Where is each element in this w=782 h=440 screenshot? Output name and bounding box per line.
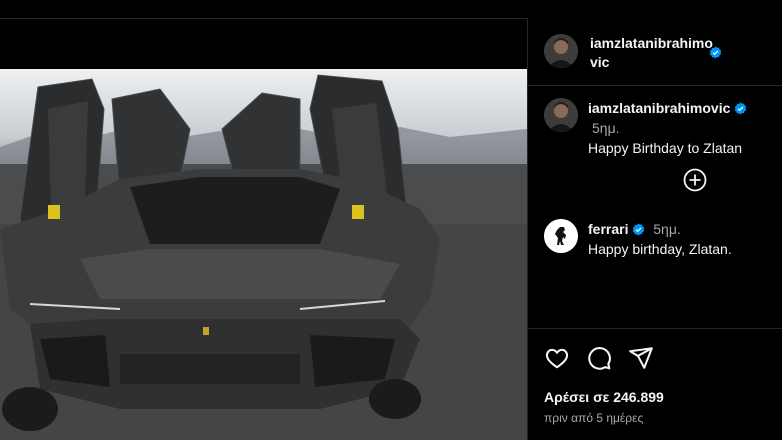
post-actions: Αρέσει σε 246.899 πριν από 5 ημέρες xyxy=(528,328,782,440)
comment-time[interactable]: 5ημ. xyxy=(592,120,620,136)
plus-circle-icon[interactable] xyxy=(683,168,707,192)
author-avatar[interactable] xyxy=(544,34,578,68)
post-timestamp[interactable]: πριν από 5 ημέρες xyxy=(544,411,643,425)
post-image[interactable] xyxy=(0,69,527,440)
post-header: iamzlatanibrahimovic xyxy=(528,18,782,86)
author-username[interactable]: iamzlatanibrahimovic xyxy=(590,34,720,72)
verified-badge-icon xyxy=(633,223,645,236)
commenter-avatar[interactable] xyxy=(544,219,578,253)
comment-bubble-icon[interactable] xyxy=(586,345,612,371)
post-side-panel: iamzlatanibrahimovic iamzlatanibrahimovi… xyxy=(527,18,782,440)
comment-time[interactable]: 5ημ. xyxy=(653,221,681,237)
likes-count[interactable]: Αρέσει σε 246.899 xyxy=(544,389,664,405)
comment-username[interactable]: iamzlatanibrahimovic xyxy=(588,100,730,116)
commenter-avatar[interactable] xyxy=(544,98,578,132)
top-divider xyxy=(0,18,527,19)
heart-icon[interactable] xyxy=(544,345,570,371)
comment-content: iamzlatanibrahimovic 5ημ. Happy Birthday… xyxy=(588,98,778,158)
comment-text: Happy Birthday to Zlatan xyxy=(588,140,743,156)
verified-badge-icon xyxy=(735,102,747,115)
prancing-horse-logo-icon xyxy=(544,219,578,253)
comment-text: Happy birthday, Zlatan. xyxy=(588,241,732,257)
paper-plane-icon[interactable] xyxy=(628,345,654,371)
ferrari-car-illustration xyxy=(0,74,527,440)
comment-username[interactable]: ferrari xyxy=(588,221,628,237)
verified-badge-icon xyxy=(709,46,722,59)
avatar-portrait xyxy=(544,34,578,68)
avatar-portrait xyxy=(544,98,578,132)
comment-content: ferrari 5ημ. Happy birthday, Zlatan. xyxy=(588,219,778,259)
